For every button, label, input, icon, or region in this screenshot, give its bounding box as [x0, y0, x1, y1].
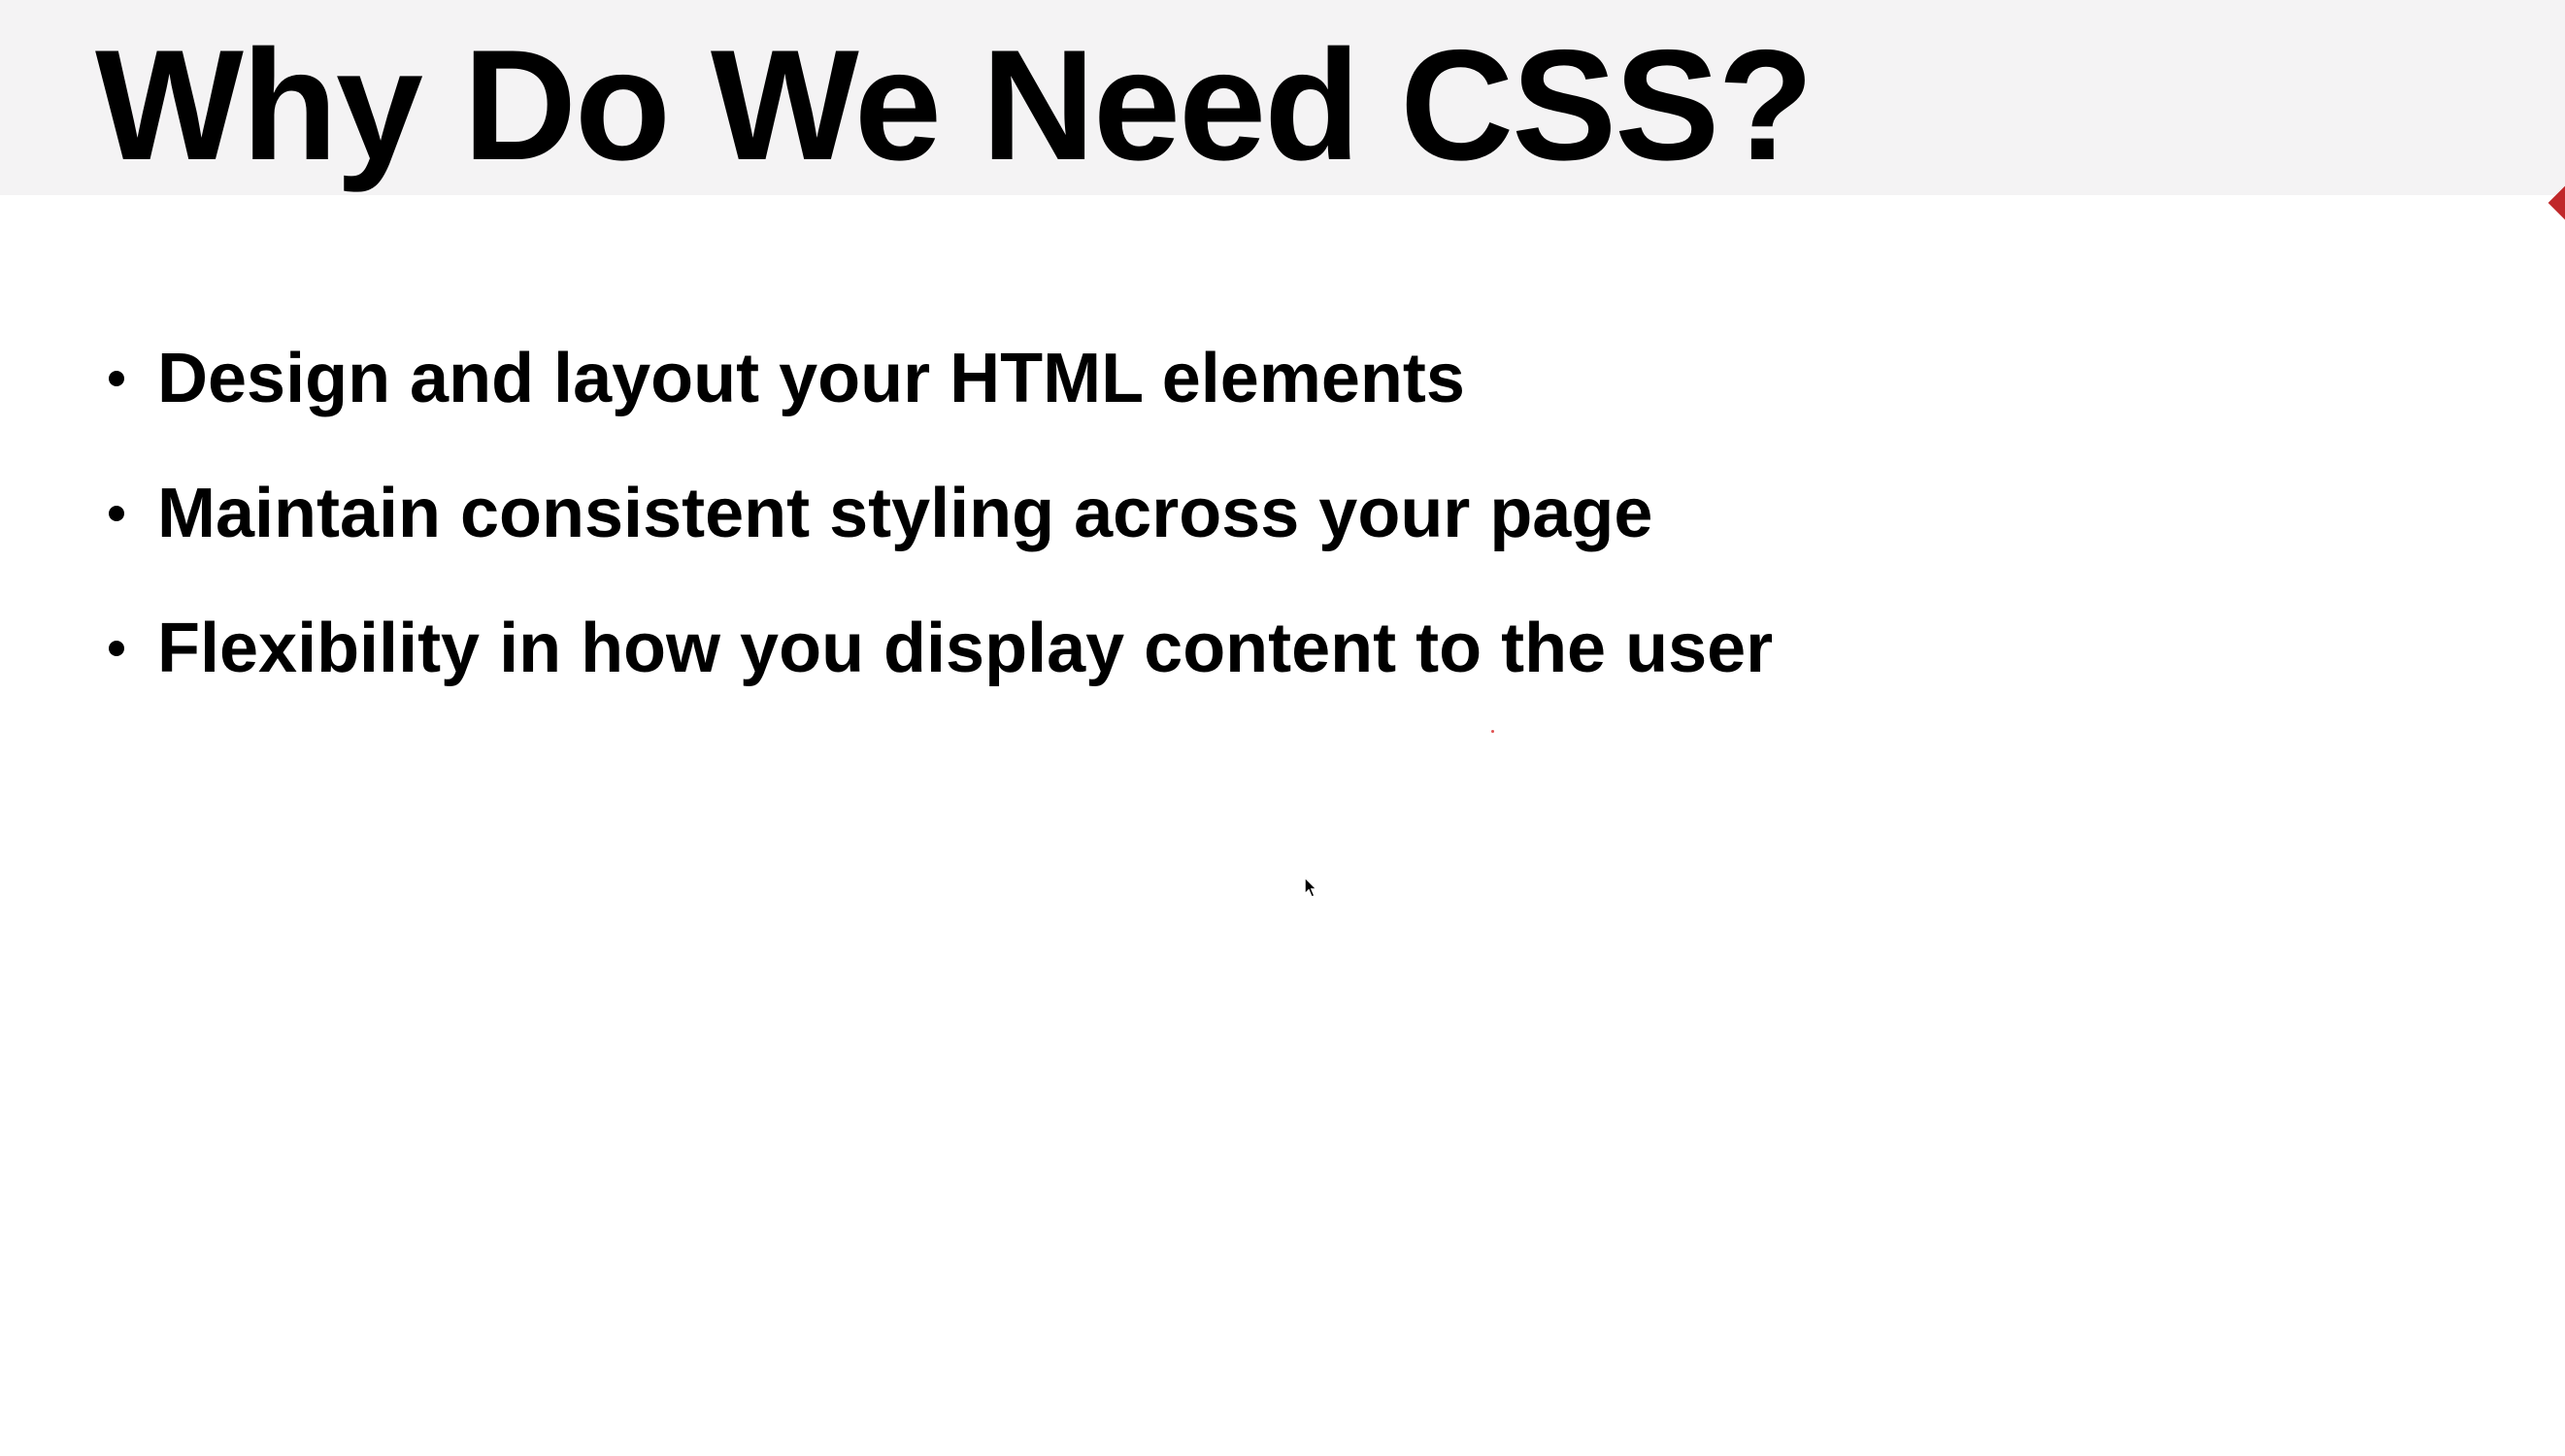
- mouse-pointer-icon: [1304, 877, 1318, 898]
- bullet-list: Design and layout your HTML elements Mai…: [109, 311, 1773, 715]
- bullet-text: Maintain consistent styling across your …: [157, 474, 1653, 552]
- bullet-text: Design and layout your HTML elements: [157, 339, 1465, 417]
- red-dot: [1491, 730, 1494, 733]
- bullet-text: Flexibility in how you display content t…: [157, 609, 1774, 687]
- bullet-item: Maintain consistent styling across your …: [109, 446, 1773, 580]
- bullet-dot-icon: [109, 505, 124, 521]
- bullet-item: Flexibility in how you display content t…: [109, 580, 1773, 715]
- bullet-item: Design and layout your HTML elements: [109, 311, 1773, 446]
- slide-title: Why Do We Need CSS?: [95, 17, 1814, 193]
- bullet-dot-icon: [109, 640, 124, 656]
- bullet-dot-icon: [109, 370, 124, 386]
